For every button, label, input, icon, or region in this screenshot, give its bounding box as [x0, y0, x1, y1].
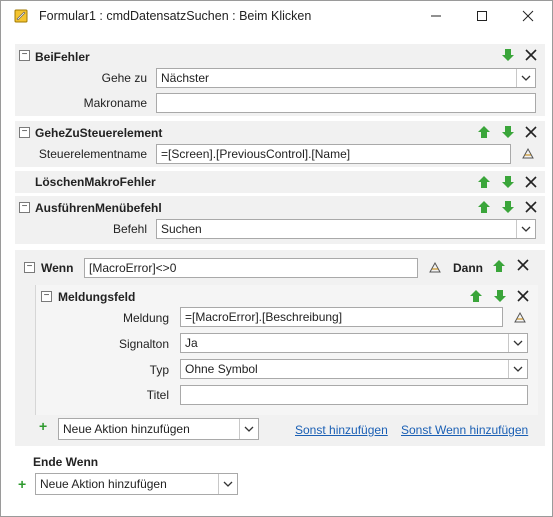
chevron-down-icon[interactable]: [239, 419, 258, 439]
beep-dropdown[interactable]: Ja: [180, 333, 528, 353]
goto-dropdown[interactable]: Nächster: [156, 68, 536, 88]
title-field[interactable]: [180, 385, 528, 405]
delete-icon[interactable]: [525, 49, 537, 61]
delete-icon[interactable]: [525, 126, 537, 138]
action-name: Meldungsfeld: [58, 290, 136, 304]
move-up-icon[interactable]: [477, 200, 491, 214]
delete-icon[interactable]: [517, 259, 529, 271]
add-icon: +: [18, 476, 27, 492]
macroname-label: Makroname: [83, 96, 147, 110]
collapse-toggle[interactable]: −: [24, 262, 35, 273]
delete-icon[interactable]: [525, 201, 537, 213]
command-label: Befehl: [112, 222, 147, 236]
meldungsfeld-block[interactable]: − Meldungsfeld Meldung =[MacroError].[Be…: [35, 285, 538, 415]
title-label: Titel: [146, 388, 169, 402]
endif-keyword: Ende Wenn: [33, 455, 99, 469]
move-up-icon[interactable]: [469, 289, 483, 303]
macroname-field[interactable]: [156, 93, 536, 113]
message-label: Meldung: [122, 311, 169, 325]
minimize-button[interactable]: [413, 1, 459, 31]
add-else-link[interactable]: Sonst hinzufügen: [295, 423, 388, 437]
condition-field[interactable]: [MacroError]<>0: [84, 258, 418, 278]
action-name: LöschenMakroFehler: [35, 175, 156, 189]
macro-icon: [13, 8, 29, 24]
beep-value: Ja: [185, 336, 198, 350]
move-up-icon[interactable]: [492, 259, 506, 273]
macro-window: Formular1 : cmdDatensatzSuchen : Beim Kl…: [0, 0, 553, 517]
delete-icon[interactable]: [517, 290, 529, 302]
beifehler-block[interactable]: − BeiFehler Gehe zu Nächster Makroname: [15, 44, 545, 116]
delete-icon[interactable]: [525, 176, 537, 188]
add-icon: +: [39, 418, 48, 434]
command-value: Suchen: [161, 222, 202, 236]
message-field[interactable]: =[MacroError].[Beschreibung]: [180, 307, 503, 327]
collapse-toggle[interactable]: −: [41, 291, 52, 302]
add-elseif-link[interactable]: Sonst Wenn hinzufügen: [401, 423, 528, 437]
close-window-button[interactable]: [505, 1, 551, 31]
controlname-label: Steuerelementname: [38, 147, 147, 161]
move-up-icon[interactable]: [477, 125, 491, 139]
chevron-down-icon[interactable]: [516, 69, 535, 87]
chevron-down-icon[interactable]: [508, 360, 527, 378]
move-down-icon[interactable]: [501, 125, 515, 139]
type-dropdown[interactable]: Ohne Symbol: [180, 359, 528, 379]
add-action-value: Neue Aktion hinzufügen: [40, 477, 167, 491]
if-keyword: Wenn: [41, 261, 74, 275]
chevron-down-icon[interactable]: [516, 220, 535, 238]
inner-add-action-dropdown[interactable]: Neue Aktion hinzufügen: [58, 418, 259, 440]
collapse-toggle[interactable]: −: [19, 127, 30, 138]
move-down-icon[interactable]: [501, 48, 515, 62]
window-title: Formular1 : cmdDatensatzSuchen : Beim Kl…: [39, 9, 312, 23]
wenn-block[interactable]: − Wenn [MacroError]<>0 Dann − Meldungsfe…: [15, 250, 545, 446]
command-dropdown[interactable]: Suchen: [156, 219, 536, 239]
then-keyword: Dann: [453, 261, 483, 275]
move-down-icon[interactable]: [501, 200, 515, 214]
builder-icon[interactable]: [428, 260, 442, 274]
controlname-field[interactable]: =[Screen].[PreviousControl].[Name]: [156, 144, 511, 164]
collapse-toggle[interactable]: −: [19, 202, 30, 213]
add-action-value: Neue Aktion hinzufügen: [63, 422, 190, 436]
maximize-button[interactable]: [459, 1, 505, 31]
builder-icon[interactable]: [513, 310, 527, 324]
beep-label: Signalton: [118, 337, 169, 351]
type-value: Ohne Symbol: [185, 362, 258, 376]
action-name: GeheZuSteuerelement: [35, 126, 163, 140]
ausfuehren-block[interactable]: − AusführenMenübefehl Befehl Suchen: [15, 196, 545, 244]
action-name: BeiFehler: [35, 50, 90, 64]
loeschen-block[interactable]: LöschenMakroFehler: [15, 171, 545, 193]
title-bar: Formular1 : cmdDatensatzSuchen : Beim Kl…: [1, 1, 552, 31]
outer-add-action-dropdown[interactable]: Neue Aktion hinzufügen: [35, 473, 238, 495]
gehezu-block[interactable]: − GeheZuSteuerelement Steuerelementname …: [15, 121, 545, 167]
type-label: Typ: [149, 363, 169, 377]
move-up-icon[interactable]: [477, 175, 491, 189]
chevron-down-icon[interactable]: [508, 334, 527, 352]
goto-value: Nächster: [161, 71, 210, 85]
move-down-icon[interactable]: [493, 289, 507, 303]
builder-icon[interactable]: [521, 146, 535, 160]
chevron-down-icon[interactable]: [218, 474, 237, 494]
action-name: AusführenMenübefehl: [35, 201, 162, 215]
goto-label: Gehe zu: [101, 71, 147, 85]
collapse-toggle[interactable]: −: [19, 50, 30, 61]
move-down-icon[interactable]: [501, 175, 515, 189]
